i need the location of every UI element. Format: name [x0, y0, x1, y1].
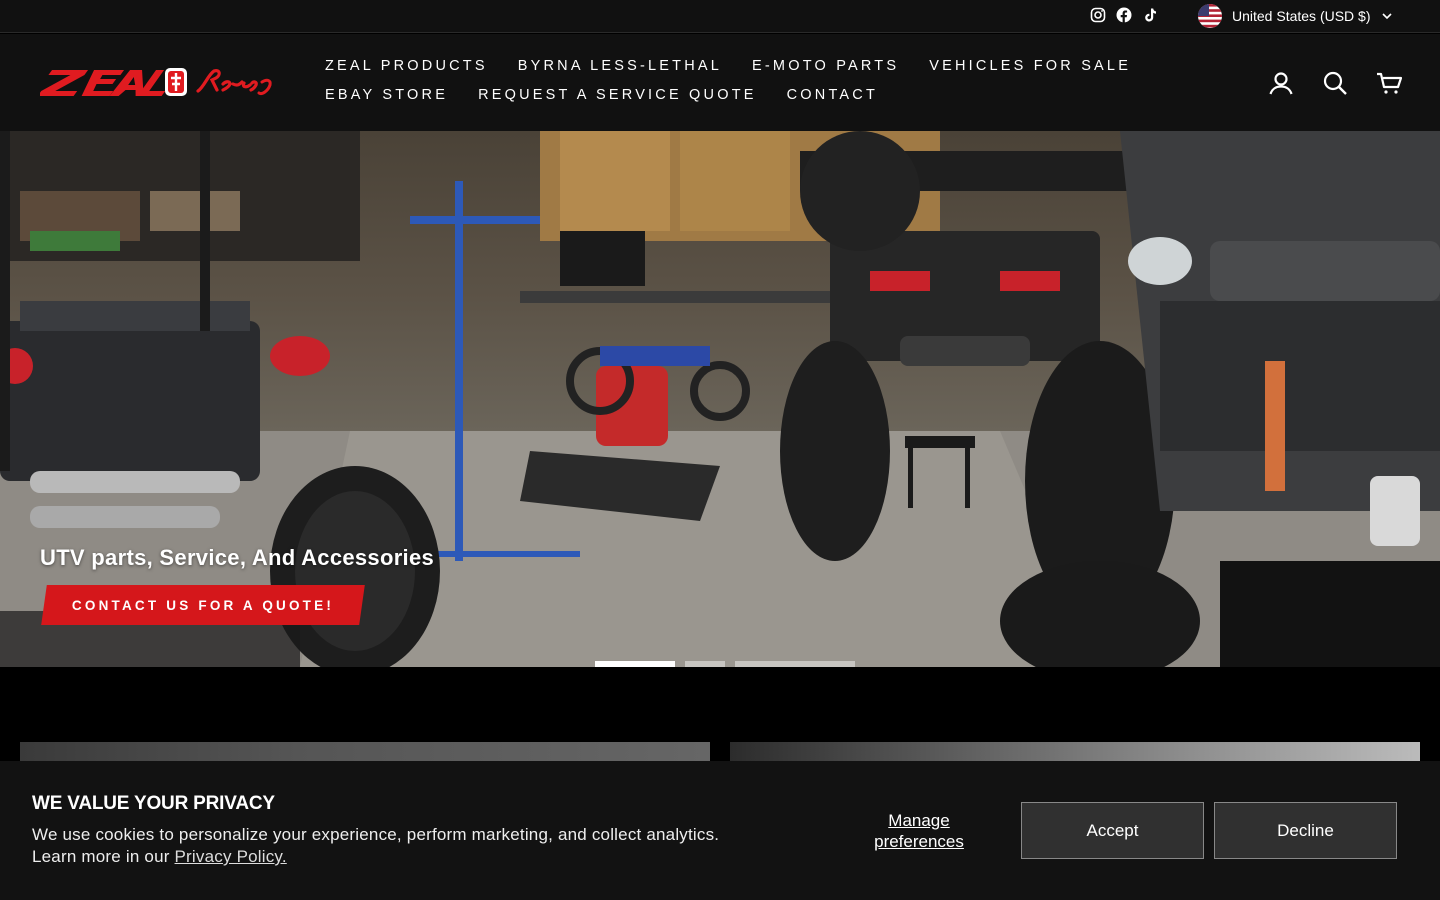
nav-e-moto-parts[interactable]: E-MOTO PARTS — [752, 57, 899, 76]
tiktok-icon[interactable] — [1142, 7, 1158, 23]
nav-contact[interactable]: CONTACT — [787, 86, 878, 105]
cookie-consent-banner: WE VALUE YOUR PRIVACY We use cookies to … — [0, 761, 1440, 900]
slide-dot-1[interactable] — [595, 661, 675, 667]
hero-title: UTV parts, Service, And Accessories — [40, 545, 435, 570]
social-links — [1090, 7, 1158, 23]
site-header: ZEAL PRODUCTS BYRNA LESS-LETHAL E-MOTO P… — [0, 34, 1440, 131]
header-actions — [1268, 70, 1402, 96]
chevron-down-icon — [1381, 13, 1392, 20]
currency-selector[interactable]: United States (USD $) — [1198, 4, 1393, 28]
accept-button[interactable]: Accept — [1021, 802, 1204, 859]
zeal-racing-logo[interactable] — [40, 64, 290, 100]
main-navigation: ZEAL PRODUCTS BYRNA LESS-LETHAL E-MOTO P… — [325, 57, 1245, 105]
nav-request-service-quote[interactable]: REQUEST A SERVICE QUOTE — [478, 86, 757, 105]
announcement-bar: United States (USD $) — [0, 0, 1440, 33]
cart-icon[interactable] — [1376, 70, 1402, 96]
nav-zeal-products[interactable]: ZEAL PRODUCTS — [325, 57, 488, 76]
cookie-title: WE VALUE YOUR PRIVACY — [32, 793, 275, 814]
hero-slideshow: UTV parts, Service, And Accessories CONT… — [0, 131, 1440, 667]
contact-quote-button[interactable]: CONTACT US FOR A QUOTE! — [41, 585, 365, 625]
cookie-text: We use cookies to personalize your exper… — [32, 824, 762, 868]
instagram-icon[interactable] — [1090, 7, 1106, 23]
currency-label: United States (USD $) — [1232, 8, 1371, 24]
slide-dot-3[interactable] — [735, 661, 855, 667]
cookie-description: We use cookies to personalize your exper… — [32, 825, 720, 866]
nav-vehicles-for-sale[interactable]: VEHICLES FOR SALE — [929, 57, 1131, 76]
nav-byrna-less-lethal[interactable]: BYRNA LESS-LETHAL — [518, 57, 722, 76]
slideshow-pagination — [595, 661, 855, 667]
facebook-icon[interactable] — [1116, 7, 1132, 23]
privacy-policy-link[interactable]: Privacy Policy. — [175, 847, 287, 866]
us-flag-icon — [1198, 4, 1222, 28]
slide-dot-2[interactable] — [685, 661, 725, 667]
decline-button[interactable]: Decline — [1214, 802, 1397, 859]
nav-ebay-store[interactable]: EBAY STORE — [325, 86, 448, 105]
search-icon[interactable] — [1322, 70, 1348, 96]
account-icon[interactable] — [1268, 70, 1294, 96]
manage-preferences-link[interactable]: Manage preferences — [858, 810, 980, 852]
contact-quote-label: CONTACT US FOR A QUOTE! — [71, 597, 335, 613]
